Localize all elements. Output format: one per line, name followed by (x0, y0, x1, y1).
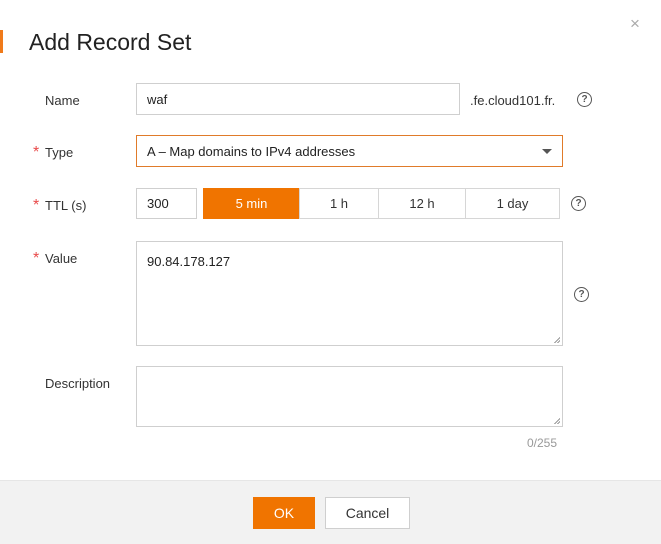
ttl-preset-1h[interactable]: 1 h (299, 188, 379, 219)
ok-button[interactable]: OK (253, 497, 315, 529)
dialog-title: Add Record Set (29, 29, 192, 55)
cancel-button[interactable]: Cancel (325, 497, 410, 529)
name-input-value: waf (147, 91, 168, 107)
type-select-value: A – Map domains to IPv4 addresses (147, 143, 356, 159)
value-help-icon[interactable]: ? (574, 287, 589, 302)
description-label: Description (45, 376, 111, 391)
resize-grip-icon[interactable] (554, 337, 560, 343)
value-label-text: Value (45, 251, 78, 266)
chevron-down-icon (542, 149, 552, 154)
ttl-input-value: 300 (147, 196, 169, 211)
name-input[interactable]: waf (136, 83, 460, 115)
ttl-preset-5min[interactable]: 5 min (203, 188, 300, 219)
close-icon[interactable]: × (628, 15, 642, 32)
dialog-footer: OK Cancel (0, 480, 661, 544)
domain-suffix: .fe.cloud101.fr. (470, 93, 556, 108)
resize-grip-icon[interactable] (554, 418, 560, 424)
ttl-help-icon[interactable]: ? (571, 196, 586, 211)
ttl-label: * TTL (s) (33, 197, 87, 214)
value-textarea-text: 90.84.178.127 (147, 254, 231, 269)
type-label: * Type (33, 144, 74, 161)
type-label-text: Type (45, 145, 74, 160)
required-asterisk: * (33, 144, 40, 161)
description-textarea[interactable] (136, 366, 563, 427)
ttl-label-text: TTL (s) (45, 198, 87, 213)
type-select[interactable]: A – Map domains to IPv4 addresses (136, 135, 563, 167)
description-char-counter: 0/255 (527, 436, 558, 450)
required-asterisk: * (33, 250, 40, 267)
required-asterisk: * (33, 197, 40, 214)
ttl-preset-1day[interactable]: 1 day (465, 188, 560, 219)
ttl-input[interactable]: 300 (136, 188, 197, 219)
name-label: Name (45, 93, 80, 108)
value-label: * Value (33, 250, 78, 267)
name-help-icon[interactable]: ? (577, 92, 592, 107)
add-record-set-dialog: Add Record Set × Name waf .fe.cloud101.f… (0, 0, 661, 544)
title-accent-bar (0, 30, 3, 53)
ttl-preset-12h[interactable]: 12 h (378, 188, 466, 219)
value-textarea[interactable]: 90.84.178.127 (136, 241, 563, 346)
